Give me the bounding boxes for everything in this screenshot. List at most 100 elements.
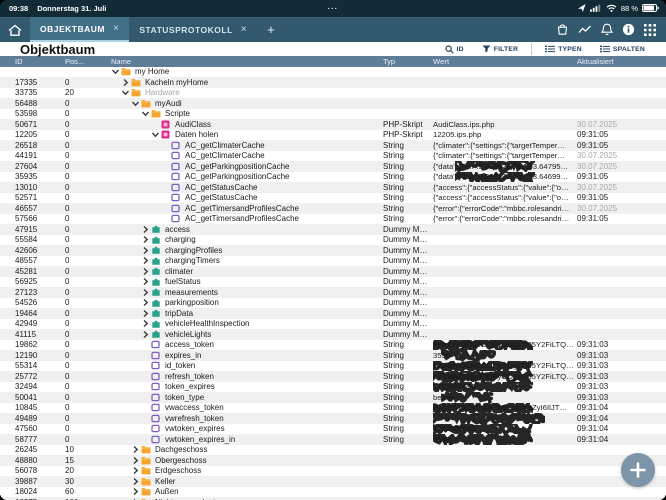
tab-statusprotokoll[interactable]: STATUSPROTOKOLL ×: [129, 17, 257, 42]
activity-button[interactable]: [578, 24, 592, 36]
table-row[interactable]: 506710AudiClassPHP-SkriptAudiClass.ips.p…: [0, 119, 666, 130]
chevron-right-icon[interactable]: [121, 78, 131, 87]
table-row[interactable]: 426060chargingProfilesDummy M…: [0, 245, 666, 256]
table-row[interactable]: 569250fuelStatusDummy M…: [0, 277, 666, 288]
table-row[interactable]: 535980Scripte: [0, 109, 666, 120]
page-toolbar: Objektbaum ID FILTER TYPEN SPALTEN: [0, 42, 666, 56]
chevron-right-icon[interactable]: [141, 277, 151, 286]
column-header-pos[interactable]: Pos...: [50, 56, 95, 67]
tab-close-icon[interactable]: ×: [241, 25, 247, 35]
table-row[interactable]: 525710AC_getStatusCacheString{"access":{…: [0, 193, 666, 204]
table-row[interactable]: 465570AC_getTimersandProfilesCacheString…: [0, 203, 666, 214]
home-button[interactable]: [0, 17, 30, 42]
table-row[interactable]: 271230measurementsDummy M…: [0, 287, 666, 298]
battery-icon: [642, 4, 659, 14]
chevron-right-icon[interactable]: [131, 477, 141, 486]
chevron-right-icon[interactable]: [131, 456, 141, 465]
table-row[interactable]: 3988730Keller: [0, 476, 666, 487]
table-row[interactable]: 276040AC_getParkingpositionCacheString{"…: [0, 161, 666, 172]
table-row[interactable]: 4888015Obergeschoss: [0, 455, 666, 466]
chevron-down-icon[interactable]: [111, 67, 121, 76]
table-row[interactable]: 494890vwrefresh_tokenString09:31:04: [0, 413, 666, 424]
chevron-right-icon[interactable]: [131, 487, 141, 496]
chevron-down-icon[interactable]: [141, 109, 151, 118]
chevron-right-icon[interactable]: [141, 319, 151, 328]
column-header-typ[interactable]: Typ: [383, 56, 433, 67]
object-id-search-button[interactable]: ID: [436, 45, 473, 54]
table-row[interactable]: 553140id_tokenStringeyJraWQiOiI0ODEyODgz…: [0, 361, 666, 372]
column-header-name[interactable]: Name: [95, 56, 383, 67]
tab-close-icon[interactable]: ×: [113, 24, 119, 34]
table-row[interactable]: 452810climaterDummy M…: [0, 266, 666, 277]
info-button[interactable]: [622, 23, 635, 36]
column-header-id[interactable]: ID: [0, 56, 50, 67]
table-row[interactable]: 545260parkingpositionDummy M…: [0, 298, 666, 309]
table-row[interactable]: 194640tripDataDummy M…: [0, 308, 666, 319]
chevron-right-icon[interactable]: [141, 225, 151, 234]
chevron-down-icon[interactable]: [131, 99, 141, 108]
columns-button[interactable]: SPALTEN: [591, 45, 654, 53]
cell-id: 50041: [0, 392, 50, 403]
table-row[interactable]: 198620access_tokenStringeyJraWQiOiI0ODEy…: [0, 340, 666, 351]
filter-button[interactable]: FILTER: [473, 45, 527, 53]
chevron-right-icon[interactable]: [141, 256, 151, 265]
table-row[interactable]: 564880myAudi: [0, 98, 666, 109]
apps-menu-button[interactable]: [644, 24, 656, 36]
chevron-right-icon[interactable]: [131, 466, 141, 475]
folder-icon: [141, 487, 153, 496]
table-row[interactable]: 2624510Dachgeschoss: [0, 445, 666, 456]
table-row[interactable]: 1802460Außen: [0, 487, 666, 498]
chevron-right-icon[interactable]: [141, 288, 151, 297]
table-row[interactable]: my Home: [0, 67, 666, 78]
table-row[interactable]: 359350AC_getParkingpositionCacheString{"…: [0, 172, 666, 183]
table-row[interactable]: 265180AC_getClimaterCacheString{"climate…: [0, 140, 666, 151]
column-header-aktualisiert[interactable]: Aktualisiert: [575, 56, 666, 67]
types-button[interactable]: TYPEN: [536, 45, 591, 53]
table-row[interactable]: 5607820Erdgeschoss: [0, 466, 666, 477]
table-row[interactable]: 257720refresh_tokenStringeyJraWQiOiI0ODE…: [0, 371, 666, 382]
table-row[interactable]: 500410token_typeStringbearer09:31:03: [0, 392, 666, 403]
table-row[interactable]: 587770vwtoken_expires_inString359909:31:…: [0, 434, 666, 445]
cell-wert: {"data":{"lon":9.899232,"lat":53.64699…: [433, 172, 575, 183]
chevron-right-icon[interactable]: [141, 298, 151, 307]
table-row[interactable]: 429490vehicleHealthInspectionDummy M…: [0, 319, 666, 330]
cell-wert: [433, 77, 575, 88]
table-row[interactable]: 324940token_expiresString175395066209:31…: [0, 382, 666, 393]
new-tab-button[interactable]: +: [257, 17, 285, 42]
cell-aktualisiert: [575, 319, 666, 330]
cell-pos: 0: [50, 319, 95, 330]
chevron-right-icon[interactable]: [141, 267, 151, 276]
cell-pos: 0: [50, 434, 95, 445]
chevron-right-icon[interactable]: [141, 330, 151, 339]
tab-objektbaum[interactable]: OBJEKTBAUM ×: [30, 17, 129, 42]
chevron-right-icon[interactable]: [131, 445, 141, 454]
notifications-button[interactable]: [601, 23, 613, 36]
table-row[interactable]: 485570chargingTimersDummy M…: [0, 256, 666, 267]
table-row[interactable]: 475600vwtoken_expiresString175395066309:…: [0, 424, 666, 435]
table-row[interactable]: 122050Daten holenPHP-Skript12205.ips.php…: [0, 130, 666, 141]
cell-aktualisiert: 09:31:04: [575, 413, 666, 424]
chevron-down-icon[interactable]: [151, 130, 161, 139]
object-name: vehicleLights: [165, 330, 211, 339]
table-row[interactable]: 173350Kacheln myHome: [0, 77, 666, 88]
wert-text: 3599: [433, 351, 450, 360]
table-row[interactable]: 121900expires_inString359909:31:03: [0, 350, 666, 361]
table-row[interactable]: 108450vwaccess_tokenStringeyJraWQiOiJNQk…: [0, 403, 666, 414]
chevron-right-icon[interactable]: [141, 235, 151, 244]
table-row[interactable]: 3373520Hardware: [0, 88, 666, 99]
store-button[interactable]: [556, 23, 569, 36]
chevron-down-icon[interactable]: [121, 88, 131, 97]
table-row[interactable]: 479150accessDummy M…: [0, 224, 666, 235]
chevron-right-icon[interactable]: [141, 309, 151, 318]
cell-name: parkingposition: [95, 298, 383, 309]
table-row[interactable]: 441910AC_getClimaterCacheString{"climate…: [0, 151, 666, 162]
cell-typ: String: [383, 350, 433, 361]
add-object-button[interactable]: [621, 453, 655, 487]
table-row[interactable]: 130100AC_getStatusCacheString{"access":{…: [0, 182, 666, 193]
column-header-wert[interactable]: Wert: [433, 56, 575, 67]
table-row[interactable]: 411150vehicleLightsDummy M…: [0, 329, 666, 340]
cell-typ: String: [383, 413, 433, 424]
table-row[interactable]: 575660AC_getTimersandProfilesCacheString…: [0, 214, 666, 225]
table-row[interactable]: 555840chargingDummy M…: [0, 235, 666, 246]
chevron-right-icon[interactable]: [141, 246, 151, 255]
